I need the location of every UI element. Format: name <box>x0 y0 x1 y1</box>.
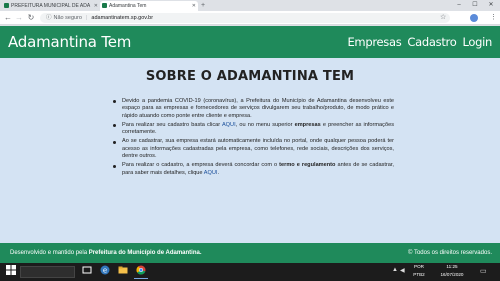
about-bullet: Para realizar seu cadastro basta clicar … <box>112 122 394 137</box>
address-separator: | <box>85 15 88 21</box>
file-explorer-icon[interactable] <box>116 265 130 279</box>
bullet-text: , ou no menu superior <box>235 121 295 128</box>
clock-time: 11:25 <box>446 264 458 269</box>
browser-tabstrip: PREFEITURA MUNICIPAL DE ADA ✕ Adamantina… <box>0 0 500 11</box>
svg-text:e: e <box>103 267 107 275</box>
about-list: Devido a pandemia COVID-19 (coronavírus)… <box>112 98 394 177</box>
bullet-text: Devido a pandemia COVID-19 (coronavírus)… <box>122 98 394 119</box>
about-text: Devido a pandemia COVID-19 (coronavírus)… <box>112 98 394 179</box>
bullet-text: Para realizar o cadastro, a empresa deve… <box>122 162 280 169</box>
back-button[interactable]: ← <box>3 12 13 24</box>
minimize-button[interactable]: – <box>452 0 466 10</box>
url-text: adamantinatem.sp.gov.br <box>91 15 154 21</box>
maximize-button[interactable]: ☐ <box>468 0 482 10</box>
about-bullet: Para realizar o cadastro, a empresa deve… <box>112 162 394 177</box>
clock-date: 16/07/2020 <box>440 272 464 277</box>
site-nav: Empresas Cadastro Login <box>347 35 492 49</box>
new-tab-button[interactable]: + <box>201 1 205 10</box>
favicon-icon <box>102 3 107 8</box>
bookmark-star-icon[interactable]: ☆ <box>440 13 446 23</box>
bold-text: termo e regulamento <box>279 162 336 169</box>
footer-credit: Desenvolvido e mantido pela Prefeitura d… <box>10 243 202 263</box>
edge-icon[interactable]: e <box>98 265 112 279</box>
taskbar-search-box[interactable] <box>20 266 75 278</box>
aqui-link[interactable]: AQUI <box>204 170 218 176</box>
input-language[interactable]: POR PTB2 <box>408 263 430 281</box>
about-bullet: Ao se cadastrar, sua empresa estará auto… <box>112 138 394 160</box>
bullet-text: Ao se cadastrar, sua empresa estará auto… <box>122 138 394 160</box>
bold-text: empresas <box>294 121 321 128</box>
notifications-icon[interactable]: ▭ <box>480 267 487 275</box>
favicon-icon <box>4 3 9 8</box>
task-view-icon[interactable] <box>80 265 94 279</box>
lang-code: POR <box>414 264 424 269</box>
nav-login[interactable]: Login <box>462 35 492 49</box>
browser-tab[interactable]: PREFEITURA MUNICIPAL DE ADA ✕ <box>2 1 100 11</box>
page-title: SOBRE O ADAMANTINA TEM <box>145 69 355 84</box>
bullet-text: . <box>217 169 220 176</box>
close-window-button[interactable]: ✕ <box>484 0 498 10</box>
info-icon[interactable]: ⓘ <box>46 15 52 21</box>
footer-prefix: Desenvolvido e mantido pela <box>10 250 89 256</box>
tab-title: Adamantina Tem <box>109 3 147 9</box>
footer-org: Prefeitura do Município de Adamantina. <box>88 250 202 256</box>
nav-empresas[interactable]: Empresas <box>347 35 401 49</box>
site-footer: Desenvolvido e mantido pela Prefeitura d… <box>0 243 500 263</box>
site-brand[interactable]: Adamantina Tem <box>8 33 131 51</box>
aqui-link[interactable]: AQUI <box>222 122 236 128</box>
tab-title: PREFEITURA MUNICIPAL DE ADA <box>11 3 91 9</box>
main-content: SOBRE O ADAMANTINA TEM Devido a pandemia… <box>0 58 500 243</box>
site-header: Adamantina Tem Empresas Cadastro Login <box>0 26 500 58</box>
taskbar-clock[interactable]: 11:25 16/07/2020 <box>434 263 470 281</box>
browser-tab-active[interactable]: Adamantina Tem ✕ <box>100 1 198 11</box>
tab-close-icon[interactable]: ✕ <box>94 1 98 11</box>
windows-taskbar: e ▲ ◀ POR PTB2 11:25 16/07/2020 ▭ <box>0 263 500 281</box>
browser-toolbar: ← → ↻ ⓘ Não seguro | adamantinatem.sp.gov.b… <box>0 11 500 25</box>
chrome-icon[interactable] <box>134 265 148 279</box>
nav-cadastro[interactable]: Cadastro <box>407 35 456 49</box>
forward-button[interactable]: → <box>14 12 24 24</box>
windows-start-icon[interactable] <box>4 265 18 279</box>
network-icon[interactable]: ▲ <box>392 267 398 273</box>
keyboard-layout: PTB2 <box>413 272 425 277</box>
footer-rights: © Todos os direitos reservados. <box>407 250 492 256</box>
tab-close-icon[interactable]: ✕ <box>192 1 196 11</box>
security-label: Não seguro <box>53 15 82 21</box>
reload-button[interactable]: ↻ <box>26 12 36 24</box>
volume-icon[interactable]: ◀ <box>400 267 405 274</box>
profile-avatar[interactable] <box>470 14 478 22</box>
address-bar[interactable]: ⓘ Não seguro | adamantinatem.sp.gov.br <box>40 13 450 23</box>
bullet-text: Para realizar seu cadastro basta clicar <box>122 121 222 128</box>
about-bullet: Devido a pandemia COVID-19 (coronavírus)… <box>112 98 394 120</box>
browser-menu-icon[interactable]: ⋮ <box>490 13 497 23</box>
